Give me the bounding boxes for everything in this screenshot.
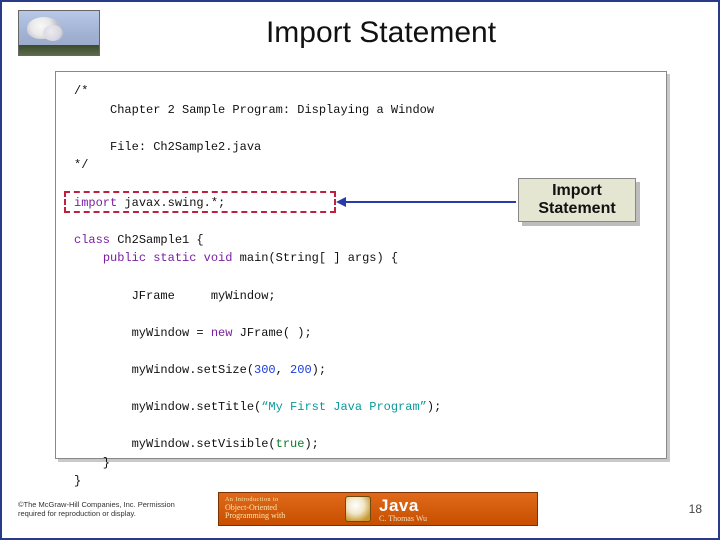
class-rest: Ch2Sample1 { bbox=[110, 233, 204, 247]
banner-sub2: Programming with bbox=[225, 512, 339, 520]
kw-static: static bbox=[146, 251, 196, 265]
page-title: Import Statement bbox=[60, 16, 702, 50]
arrow-head-icon bbox=[336, 197, 346, 207]
line-vis-pre: myWindow.setVisible( bbox=[74, 437, 276, 451]
import-highlight-box bbox=[64, 191, 336, 213]
line-jframe: JFrame myWindow; bbox=[74, 289, 276, 303]
banner-author: C. Thomas Wu bbox=[379, 514, 537, 523]
line-new-pre: myWindow = bbox=[74, 326, 211, 340]
callout-box: Import Statement bbox=[518, 178, 636, 222]
line-size-pre: myWindow.setSize( bbox=[74, 363, 254, 377]
kw-class: class bbox=[74, 233, 110, 247]
comment-close: */ bbox=[74, 158, 88, 172]
callout-line2: Statement bbox=[538, 200, 615, 218]
main-rest: main(String[ ] args) { bbox=[232, 251, 398, 265]
code-content: /* Chapter 2 Sample Program: Displaying … bbox=[74, 82, 648, 491]
java-cup-icon bbox=[345, 496, 371, 522]
string-title: “My First Java Program” bbox=[261, 400, 427, 414]
banner-java: Java bbox=[379, 496, 537, 516]
line-size-post: ); bbox=[312, 363, 326, 377]
line-new-post: JFrame( ); bbox=[232, 326, 311, 340]
book-banner: An Introduction to Object-Oriented Progr… bbox=[218, 492, 538, 526]
line-title-pre: myWindow.setTitle( bbox=[74, 400, 261, 414]
comment-line2: File: Ch2Sample2.java bbox=[110, 140, 261, 154]
header: Import Statement bbox=[2, 2, 718, 60]
footer: ©The McGraw-Hill Companies, Inc. Permiss… bbox=[2, 480, 718, 538]
code-box: /* Chapter 2 Sample Program: Displaying … bbox=[55, 71, 667, 459]
kw-new: new bbox=[211, 326, 233, 340]
page-number: 18 bbox=[689, 502, 702, 516]
slide-frame: Import Statement /* Chapter 2 Sample Pro… bbox=[0, 0, 720, 540]
line-title-post: ); bbox=[427, 400, 441, 414]
comment-open: /* bbox=[74, 84, 88, 98]
callout-line1: Import bbox=[538, 182, 615, 200]
line-size-mid: , bbox=[276, 363, 290, 377]
comment-line1: Chapter 2 Sample Program: Displaying a W… bbox=[110, 103, 434, 117]
num-300: 300 bbox=[254, 363, 276, 377]
arrow-line bbox=[344, 201, 516, 203]
kw-public: public bbox=[103, 251, 146, 265]
kw-void: void bbox=[196, 251, 232, 265]
header-thumbnail bbox=[18, 10, 100, 56]
main-indent bbox=[74, 251, 103, 265]
close-inner: } bbox=[74, 456, 110, 470]
num-200: 200 bbox=[290, 363, 312, 377]
kw-true: true bbox=[276, 437, 305, 451]
copyright-text: ©The McGraw-Hill Companies, Inc. Permiss… bbox=[18, 500, 198, 518]
line-vis-post: ); bbox=[304, 437, 318, 451]
